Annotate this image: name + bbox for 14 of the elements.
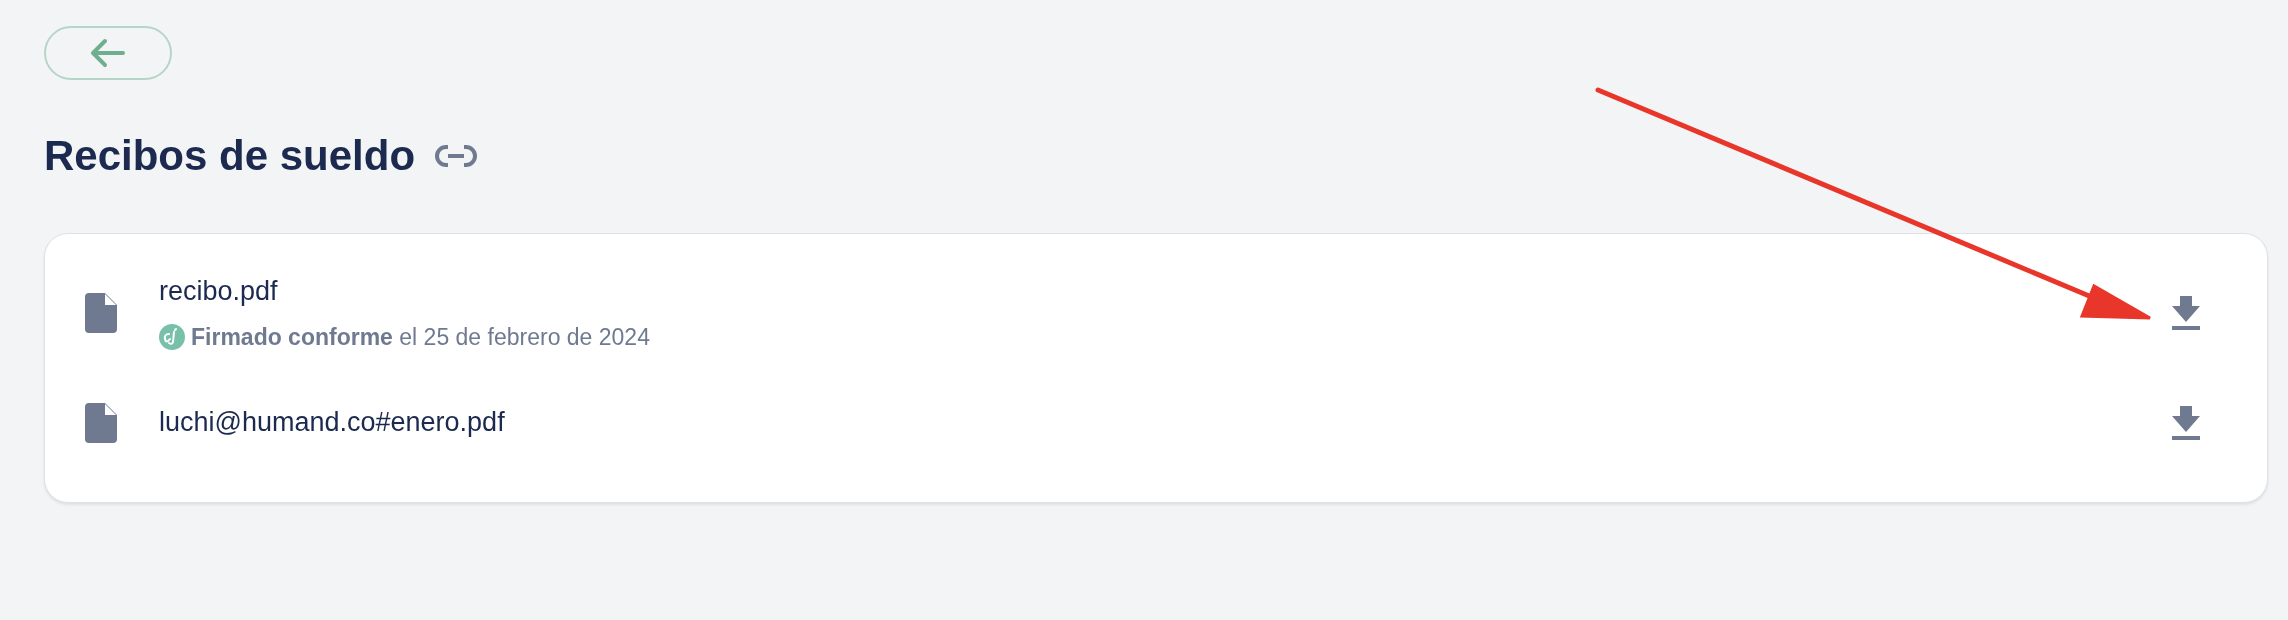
link-icon[interactable] bbox=[435, 145, 478, 168]
download-icon bbox=[2172, 405, 2200, 440]
download-button[interactable] bbox=[2169, 404, 2203, 441]
signature-icon bbox=[159, 323, 185, 350]
back-button[interactable] bbox=[44, 26, 172, 80]
back-arrow-icon bbox=[90, 38, 126, 68]
file-icon bbox=[85, 292, 117, 333]
file-name[interactable]: recibo.pdf bbox=[159, 271, 2169, 312]
signature-status: Firmado conforme el 25 de febrero de 2024 bbox=[191, 322, 650, 352]
file-icon bbox=[85, 402, 117, 443]
page-title: Recibos de sueldo bbox=[44, 131, 416, 181]
file-name[interactable]: luchi@humand.co#enero.pdf bbox=[159, 402, 2169, 443]
download-button[interactable] bbox=[2169, 294, 2203, 331]
download-icon bbox=[2172, 295, 2200, 330]
